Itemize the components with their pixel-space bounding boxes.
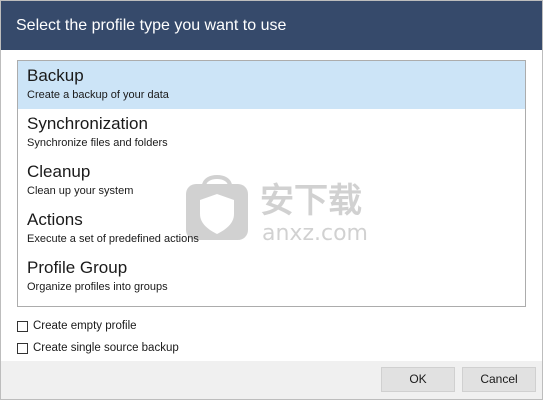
list-item-title: Actions [27, 210, 83, 229]
list-item-cleanup[interactable]: Cleanup Clean up your system [18, 157, 525, 205]
dialog-footer: OK Cancel [1, 361, 542, 399]
list-item-backup[interactable]: Backup Create a backup of your data [18, 61, 525, 109]
create-empty-profile-checkbox[interactable] [17, 320, 28, 332]
create-single-source-label: Create single source backup [33, 342, 179, 354]
dialog-title: Select the profile type you want to use [1, 1, 542, 50]
list-item-synchronization[interactable]: Synchronization Synchronize files and fo… [18, 109, 525, 157]
list-item-title: Synchronization [27, 114, 148, 133]
list-item-description: Synchronize files and folders [27, 137, 168, 149]
list-item-profile-group[interactable]: Profile Group Organize profiles into gro… [18, 253, 525, 301]
list-item-actions[interactable]: Actions Execute a set of predefined acti… [18, 205, 525, 253]
list-item-description: Organize profiles into groups [27, 281, 168, 293]
create-single-source-checkbox[interactable] [17, 342, 28, 354]
list-item-description: Create a backup of your data [27, 89, 169, 101]
profile-type-dialog: Select the profile type you want to use … [0, 0, 543, 400]
list-item-title: Backup [27, 66, 84, 85]
create-empty-profile-option[interactable]: Create empty profile [17, 318, 137, 334]
create-empty-profile-label: Create empty profile [33, 320, 137, 332]
list-item-title: Cleanup [27, 162, 91, 181]
profile-type-list[interactable]: Backup Create a backup of your data Sync… [17, 60, 526, 307]
dialog-content: Backup Create a backup of your data Sync… [1, 50, 542, 361]
list-item-title: Profile Group [27, 258, 128, 277]
ok-button[interactable]: OK [381, 367, 455, 392]
list-item-description: Execute a set of predefined actions [27, 233, 199, 245]
cancel-button[interactable]: Cancel [462, 367, 536, 392]
list-item-description: Clean up your system [27, 185, 134, 197]
create-single-source-option[interactable]: Create single source backup [17, 340, 179, 356]
